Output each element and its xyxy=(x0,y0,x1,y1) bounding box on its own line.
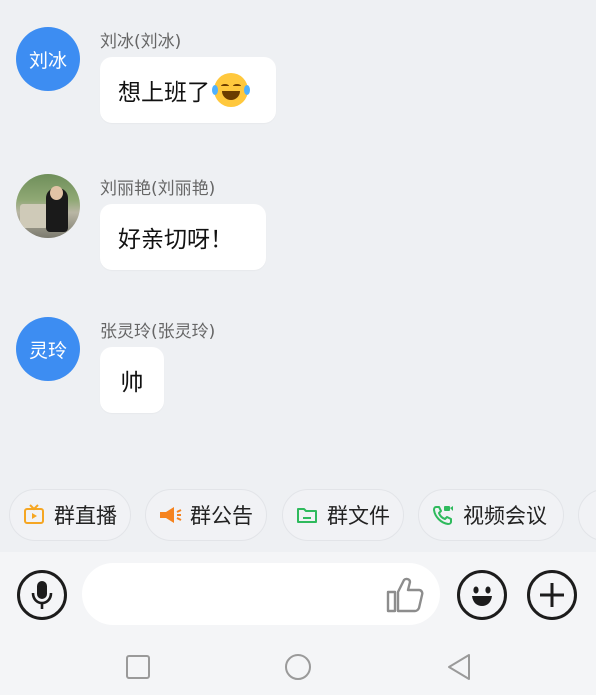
megaphone-icon xyxy=(158,503,182,527)
thumbs-up-icon[interactable] xyxy=(385,576,425,614)
system-nav-bar xyxy=(0,638,596,695)
message-text: 好亲切呀！ xyxy=(118,227,233,253)
video-meeting-button[interactable]: 视频会议 xyxy=(418,489,564,541)
message-bubble[interactable]: 好亲切呀！ xyxy=(100,204,266,270)
live-tv-icon xyxy=(22,503,46,527)
microphone-icon xyxy=(31,581,53,609)
avatar[interactable]: 刘冰 xyxy=(16,27,80,91)
message-bubble[interactable]: 想上班了 xyxy=(100,57,276,123)
video-call-icon xyxy=(431,503,455,527)
sender-name: 刘冰(刘冰) xyxy=(100,32,182,52)
back-icon[interactable] xyxy=(444,652,474,682)
chip-label: 群文件 xyxy=(327,504,390,528)
group-files-button[interactable]: 群文件 xyxy=(282,489,404,541)
folder-icon xyxy=(295,503,319,527)
smiley-icon xyxy=(472,586,492,606)
chip-label: 群直播 xyxy=(54,504,117,528)
chat-area[interactable]: 刘冰 刘冰(刘冰) 想上班了 刘丽艳(刘丽艳) 好亲切呀！ 灵玲 张灵玲(张灵玲… xyxy=(0,0,596,480)
sender-name: 张灵玲(张灵玲) xyxy=(100,322,216,342)
message-bubble[interactable]: 帅 xyxy=(100,347,164,413)
sender-name: 刘丽艳(刘丽艳) xyxy=(100,179,216,199)
more-plus-button[interactable] xyxy=(527,570,577,620)
message-text: 想上班了 xyxy=(118,80,210,106)
quick-action-bar[interactable]: 群直播 群公告 群文件 视频会议 xyxy=(0,484,596,550)
avatar[interactable]: 灵玲 xyxy=(16,317,80,381)
group-live-button[interactable]: 群直播 xyxy=(9,489,131,541)
emoji-button[interactable] xyxy=(457,570,507,620)
laughing-tears-emoji-icon xyxy=(212,73,250,107)
more-action-chip[interactable] xyxy=(578,489,596,541)
recent-apps-icon[interactable] xyxy=(123,652,153,682)
message-item: 刘丽艳(刘丽艳) 好亲切呀！ xyxy=(16,174,576,274)
input-bar xyxy=(0,552,596,638)
message-text: 帅 xyxy=(120,370,144,396)
voice-button[interactable] xyxy=(17,570,67,620)
chip-label: 群公告 xyxy=(190,504,253,528)
home-icon[interactable] xyxy=(283,652,313,682)
plus-icon xyxy=(540,583,564,607)
group-announcement-button[interactable]: 群公告 xyxy=(145,489,267,541)
message-item: 刘冰 刘冰(刘冰) 想上班了 xyxy=(16,27,576,127)
chip-label: 视频会议 xyxy=(463,504,547,528)
message-item: 灵玲 张灵玲(张灵玲) 帅 xyxy=(16,317,576,417)
avatar[interactable] xyxy=(16,174,80,238)
